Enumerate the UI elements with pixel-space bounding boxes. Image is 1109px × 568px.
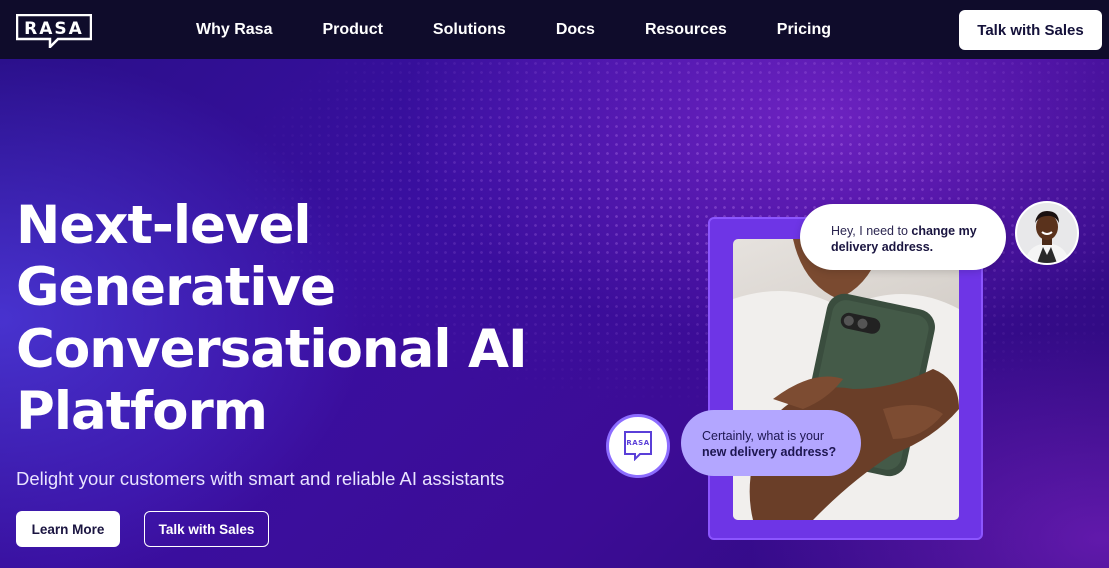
phone-photo: [733, 239, 959, 520]
logo-text: RASA: [24, 19, 84, 39]
hero-headline: Next-level Generative Conversational AI …: [16, 195, 576, 443]
hero-subheading: Delight your customers with smart and re…: [16, 468, 505, 489]
bot-message-plain: Certainly, what is your: [702, 429, 825, 443]
rasa-logo[interactable]: RASA: [15, 13, 93, 51]
user-chat-bubble: Hey, I need to change my delivery addres…: [800, 204, 1006, 270]
talk-with-sales-nav-button[interactable]: Talk with Sales: [959, 10, 1102, 50]
nav-product[interactable]: Product: [322, 21, 382, 39]
nav-docs[interactable]: Docs: [556, 21, 595, 39]
user-message-plain: Hey, I need to: [831, 224, 912, 238]
hero-section: Next-level Generative Conversational AI …: [0, 59, 1109, 568]
headline-line-4: Platform: [16, 381, 268, 442]
main-menu: Why Rasa Product Solutions Docs Resource…: [196, 0, 881, 59]
user-avatar: [1015, 201, 1079, 265]
bot-message-bold: new delivery address?: [702, 445, 837, 459]
top-navigation: RASA Why Rasa Product Solutions Docs Res…: [0, 0, 1109, 59]
bot-logo-text: RASA: [626, 439, 649, 447]
bot-chat-bubble: Certainly, what is your new delivery add…: [681, 410, 861, 476]
talk-with-sales-button[interactable]: Talk with Sales: [144, 511, 269, 547]
nav-resources[interactable]: Resources: [645, 21, 727, 39]
headline-line-2: Generative: [16, 257, 336, 318]
rasa-bot-avatar: RASA: [606, 414, 670, 478]
nav-pricing[interactable]: Pricing: [777, 21, 831, 39]
headline-line-1: Next-level: [16, 195, 312, 256]
learn-more-button[interactable]: Learn More: [16, 511, 120, 547]
nav-solutions[interactable]: Solutions: [433, 21, 506, 39]
headline-line-3: Conversational AI: [16, 319, 528, 380]
nav-why-rasa[interactable]: Why Rasa: [196, 21, 272, 39]
